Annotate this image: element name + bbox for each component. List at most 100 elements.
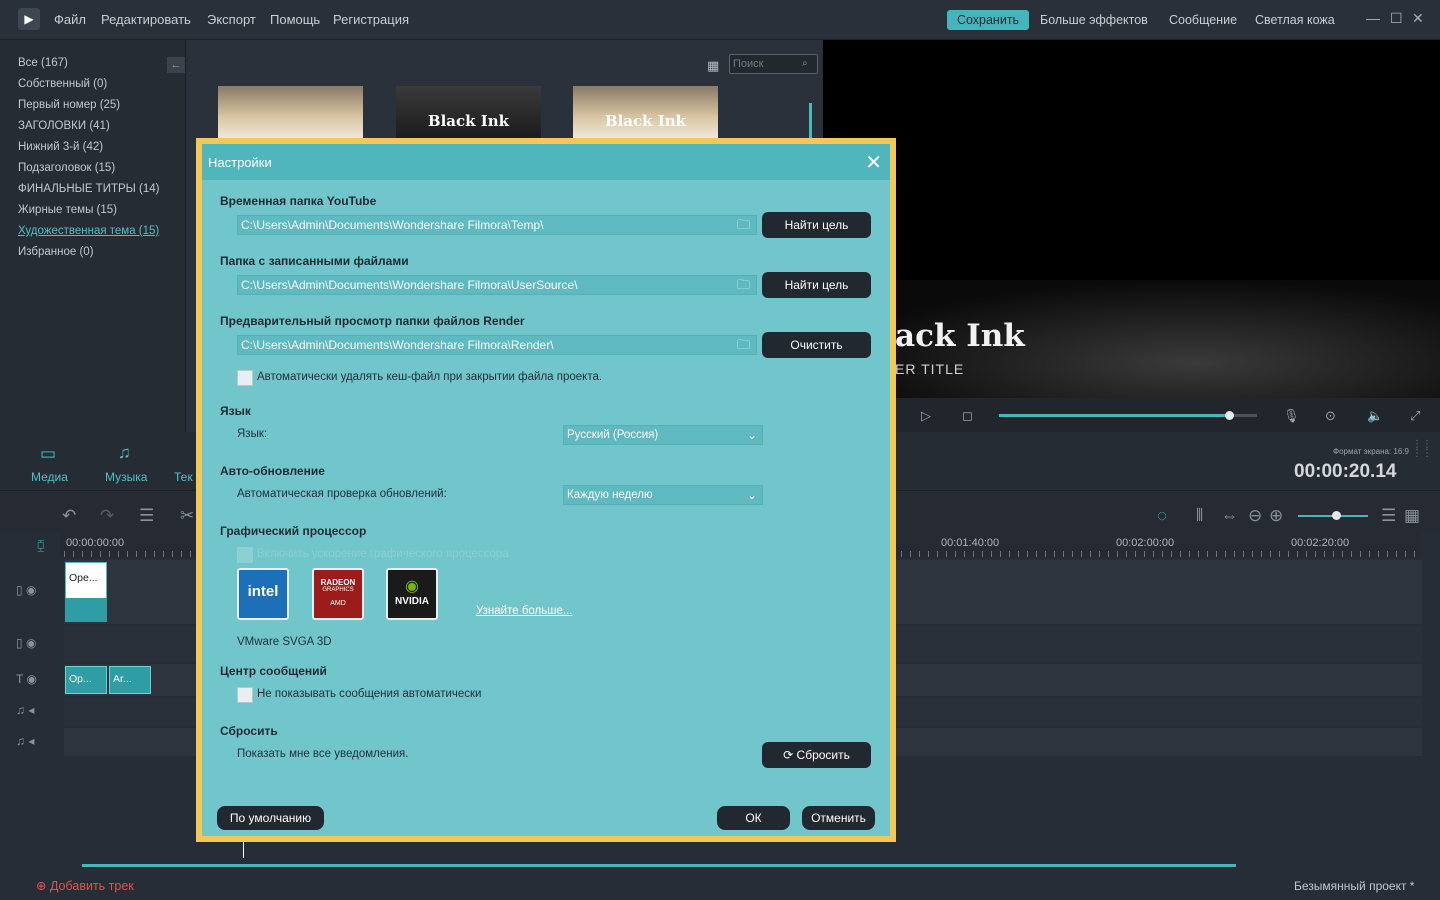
collapse-panel-icon[interactable]: ← [167,57,185,73]
update-frequency-select[interactable]: Каждую неделю ⌄ [563,485,763,505]
reset-label: Показать мне все уведомления. [237,748,409,760]
scissors-icon[interactable]: ✂ [180,506,194,526]
youtube-folder-field[interactable]: C:\Users\Admin\Documents\Wondershare Fil… [237,215,757,235]
reset-button-label: Сбросить [796,748,850,762]
drag-handle-icon[interactable]: ⋮⋮ ⋮⋮ [1412,440,1432,459]
gpu-heading: Графический процессор [220,524,367,538]
menu-help[interactable]: Помощь [270,12,320,27]
ruler-tick: 00:02:00:00 [1116,537,1175,549]
playhead[interactable] [243,840,244,858]
tab-media[interactable]: Медиа [31,470,68,484]
category-end-credits[interactable]: ФИНАЛЬНЫЕ ТИТРЫ (14) [18,183,160,195]
intel-logo: intel [237,568,289,620]
thumbnail-title: Black Ink [427,112,510,130]
gpu-acceleration-checkbox[interactable] [237,547,253,563]
recorded-folder-field[interactable]: C:\Users\Admin\Documents\Wondershare Fil… [237,275,757,295]
text-icon: T ◉ [16,672,37,686]
category-lower-third[interactable]: Нижний 3-й (42) [18,141,103,153]
browser-scrollbar[interactable] [809,103,812,138]
render-folder-field[interactable]: C:\Users\Admin\Documents\Wondershare Fil… [237,335,757,355]
menu-edit[interactable]: Редактировать [101,12,191,27]
zoom-slider-knob[interactable] [1332,511,1341,520]
grid-view-icon[interactable]: ▦ [707,58,719,74]
menu-register[interactable]: Регистрация [333,12,409,27]
adjust-icon[interactable]: ☰ [139,506,154,526]
reset-button[interactable]: ⟳ Сбросить [762,742,871,768]
volume-icon[interactable]: 🔈 [1367,408,1383,424]
close-window-icon[interactable]: ✕ [1412,10,1424,27]
ok-button[interactable]: ОК [717,806,790,830]
default-button[interactable]: По умолчанию [217,806,324,830]
text-clip-1[interactable]: Op... [65,666,107,694]
language-select[interactable]: Русский (Россия) ⌄ [563,425,763,445]
snapshot-icon[interactable]: ⊙ [1325,408,1336,424]
playback-progress-fill [999,414,1229,417]
grid-icon[interactable]: ▦ [1404,506,1420,526]
save-button[interactable]: Сохранить [947,10,1029,30]
skin-link[interactable]: Светлая кожа [1255,13,1335,27]
category-headings[interactable]: ЗАГОЛОВКИ (41) [18,120,110,132]
thumbnail-1[interactable] [218,86,363,138]
music-note-icon[interactable]: ♫ [118,443,131,463]
overlay-icon: ▯ ◉ [16,636,37,650]
category-first[interactable]: Первый номер (25) [18,99,120,111]
maximize-icon[interactable]: ☐ [1390,10,1403,27]
search-icon[interactable]: ⌕ [802,58,808,69]
menu-export[interactable]: Экспорт [207,12,256,27]
thumbnail-3[interactable]: Black Ink [573,86,718,138]
thumbnail-title: Black Ink [604,112,687,130]
category-own[interactable]: Собственный (0) [18,78,107,90]
list-view-icon[interactable]: ☰ [1381,506,1396,526]
chevron-down-icon: ⌄ [746,488,757,502]
amd-logo-bottom: AMD [330,600,346,607]
snap-icon[interactable]: ⧮ [37,538,45,553]
render-icon[interactable]: ◌ [1157,506,1167,526]
thumbnail-2[interactable]: Black Ink [396,86,541,138]
category-subtitle[interactable]: Подзаголовок (15) [18,162,115,174]
find-recorded-folder-button[interactable]: Найти цель [762,272,871,298]
microphone-icon[interactable]: 🎙 [1283,408,1300,424]
zoom-out-icon[interactable]: ⊖ [1248,506,1262,526]
playback-knob[interactable] [1225,411,1234,420]
video-clip-label: Ope... [69,572,98,584]
play-icon[interactable]: ▷ [921,408,931,424]
undo-icon[interactable]: ↶ [62,506,76,526]
nvidia-logo: ◉ NVIDIA [386,568,438,620]
find-youtube-folder-button[interactable]: Найти цель [762,212,871,238]
minimize-icon[interactable]: — [1366,10,1380,26]
auto-delete-checkbox[interactable] [237,370,253,386]
menu-file[interactable]: Файл [54,12,86,27]
nvidia-eye-icon: ◉ [405,578,419,595]
add-track-button[interactable]: ⊕ Добавить трек [36,878,134,893]
redo-icon[interactable]: ↷ [100,506,114,526]
zoom-in-icon[interactable]: ⊕ [1269,506,1283,526]
category-art-theme[interactable]: Художественная тема (15) [18,225,159,237]
category-bold[interactable]: Жирные темы (15) [18,204,117,216]
timeline-scrollbar[interactable] [82,864,1236,867]
hide-messages-checkbox[interactable] [237,687,253,703]
text-clip-2[interactable]: Ar... [109,666,151,694]
ruler-tick: 00:00:00:00 [66,537,125,549]
audio-mixer-icon[interactable]: ⫴ [1196,506,1203,526]
message-link[interactable]: Сообщение [1169,13,1237,27]
clear-render-button[interactable]: Очистить [762,332,871,358]
fullscreen-icon[interactable]: ⤢ [1410,408,1420,424]
folder-icon[interactable]: ▭ [40,444,56,464]
cancel-button[interactable]: Отменить [802,806,875,830]
category-all[interactable]: Все (167) [18,57,68,69]
category-favorites[interactable]: Избранное (0) [18,246,94,258]
folder-icon[interactable]: 🗀 [737,336,750,358]
learn-more-link[interactable]: Узнайте больше... [476,605,572,617]
language-label: Язык: [237,428,268,440]
tab-music[interactable]: Музыка [105,470,147,484]
folder-icon[interactable]: 🗀 [737,216,750,238]
language-heading: Язык [220,404,251,418]
stop-icon[interactable]: ◻ [962,408,973,424]
gpu-acceleration-label: Включить ускорение графического процессо… [257,548,509,560]
fit-icon[interactable]: ⇔ [1221,506,1238,526]
close-icon[interactable]: ✕ [865,150,882,175]
more-effects-link[interactable]: Больше эффектов [1040,13,1148,27]
timecode-display: 00:00:20.14 [1294,461,1397,482]
folder-icon[interactable]: 🗀 [737,276,750,298]
tab-text[interactable]: Тек [174,470,193,484]
